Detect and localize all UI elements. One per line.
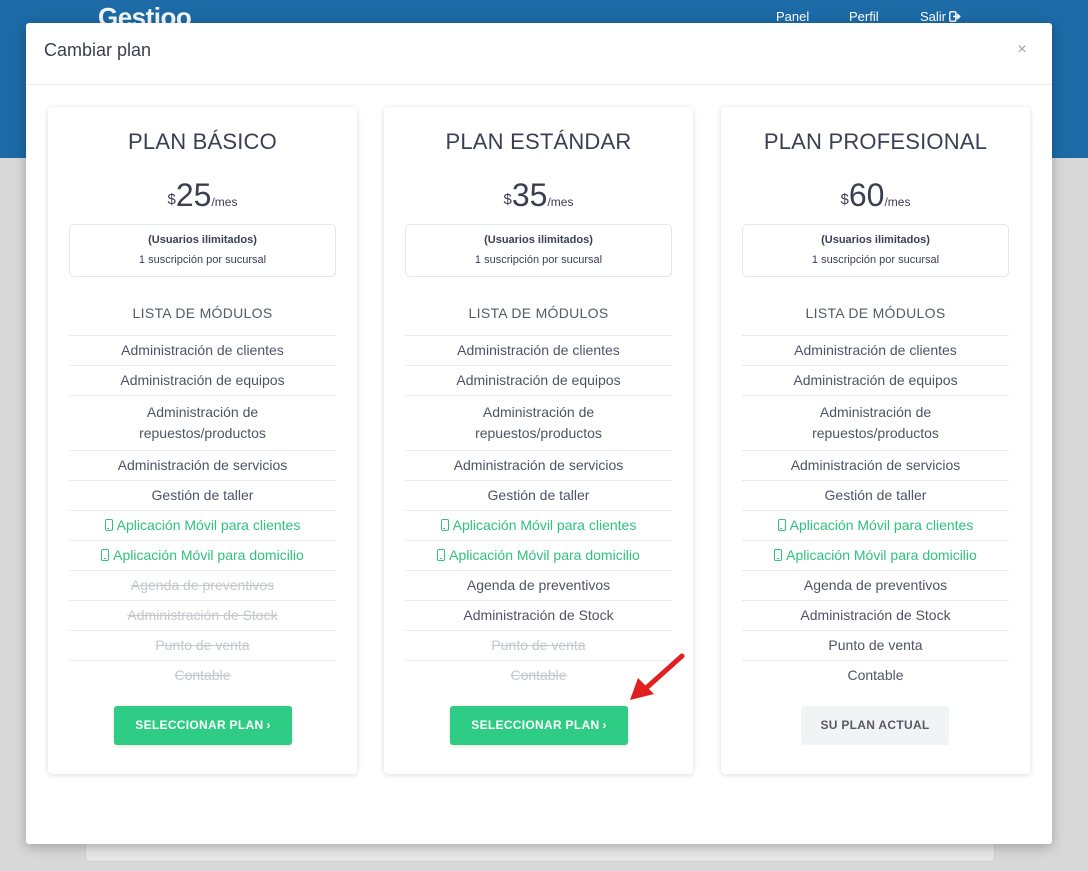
nav-link-salir[interactable]: Salir [920, 9, 961, 24]
plan-card-basico: PLAN BÁSICO $25/mes (Usuarios ilimitados… [48, 107, 357, 774]
module-item: Administración de repuestos/productos [405, 395, 672, 450]
module-item: Administración de repuestos/productos [69, 395, 336, 450]
nav-link-panel[interactable]: Panel [776, 9, 809, 24]
module-label: Aplicación Móvil para domicilio [786, 547, 977, 563]
price-period: /mes [547, 195, 574, 209]
modules-title: LISTA DE MÓDULOS [468, 305, 609, 321]
module-item: Administración de equipos [742, 365, 1009, 395]
price-currency: $ [503, 191, 512, 208]
module-item-disabled: Agenda de preventivos [69, 570, 336, 600]
info-users: (Usuarios ilimitados) [148, 234, 257, 246]
info-subscription: 1 suscripción por sucursal [811, 254, 940, 266]
plan-name: PLAN ESTÁNDAR [445, 129, 632, 154]
button-label: SELECCIONAR PLAN [471, 718, 600, 732]
modal-title: Cambiar plan [44, 40, 152, 60]
price-amount: 25 [175, 177, 212, 213]
module-item: Administración de repuestos/productos [742, 395, 1009, 450]
price-period: /mes [211, 195, 238, 209]
module-item: Contable [742, 660, 1009, 690]
info-users: (Usuarios ilimitados) [484, 234, 593, 246]
module-item: Administración de equipos [69, 365, 336, 395]
nav-link-perfil[interactable]: Perfil [849, 9, 879, 24]
module-item: Punto de venta [742, 630, 1009, 660]
price-period: /mes [884, 195, 911, 209]
module-item: Administración de Stock [742, 600, 1009, 630]
module-label: Aplicación Móvil para clientes [452, 517, 637, 533]
plan-name: PLAN BÁSICO [128, 129, 277, 154]
module-label: Aplicación Móvil para domicilio [113, 547, 304, 563]
module-item-mobile: Aplicación Móvil para domicilio [742, 540, 1009, 570]
price-currency: $ [840, 191, 849, 208]
mobile-phone-icon [774, 549, 783, 561]
mobile-phone-icon [777, 519, 786, 531]
mobile-phone-icon [437, 549, 446, 561]
module-item: Administración de clientes [69, 335, 336, 365]
sign-out-icon [949, 11, 961, 22]
chevron-right-icon: › [602, 718, 607, 732]
module-item: Administración de Stock [405, 600, 672, 630]
plan-card-profesional: PLAN PROFESIONAL $60/mes (Usuarios ilimi… [721, 107, 1030, 774]
module-label: Aplicación Móvil para clientes [789, 517, 974, 533]
module-item-mobile: Aplicación Móvil para clientes [405, 510, 672, 540]
button-label: SELECCIONAR PLAN [135, 718, 264, 732]
price-amount: 60 [848, 177, 885, 213]
module-label: Aplicación Móvil para clientes [116, 517, 301, 533]
info-subscription: 1 suscripción por sucursal [138, 254, 267, 266]
module-item-mobile: Aplicación Móvil para clientes [742, 510, 1009, 540]
plan-price: $60/mes [721, 177, 1030, 214]
modules-list: Administración de clientes Administració… [405, 335, 672, 690]
modal-header: Cambiar plan × [26, 23, 1052, 85]
module-item-disabled: Administración de Stock [69, 600, 336, 630]
mobile-phone-icon [440, 519, 449, 531]
change-plan-modal: Cambiar plan × PLAN BÁSICO $25/mes (Usua… [26, 23, 1052, 844]
module-item: Gestión de taller [742, 480, 1009, 510]
modules-title: LISTA DE MÓDULOS [132, 305, 273, 321]
module-item: Gestión de taller [69, 480, 336, 510]
select-plan-button-estandar[interactable]: SELECCIONAR PLAN › [450, 706, 628, 745]
module-item: Administración de equipos [405, 365, 672, 395]
module-item-disabled: Punto de venta [69, 630, 336, 660]
nav-salir-label: Salir [920, 9, 947, 24]
chevron-right-icon: › [266, 718, 271, 732]
module-item: Administración de servicios [405, 450, 672, 480]
select-plan-button-basico[interactable]: SELECCIONAR PLAN › [114, 706, 292, 745]
current-plan-button[interactable]: SU PLAN ACTUAL [801, 706, 949, 745]
module-item: Administración de servicios [742, 450, 1009, 480]
plan-price: $35/mes [384, 177, 693, 214]
price-amount: 35 [511, 177, 548, 213]
module-item: Administración de clientes [742, 335, 1009, 365]
module-item: Administración de clientes [405, 335, 672, 365]
plan-info-box: (Usuarios ilimitados) 1 suscripción por … [742, 224, 1009, 277]
module-item-mobile: Aplicación Móvil para domicilio [405, 540, 672, 570]
plan-info-box: (Usuarios ilimitados) 1 suscripción por … [69, 224, 336, 277]
mobile-phone-icon [104, 519, 113, 531]
info-subscription: 1 suscripción por sucursal [474, 254, 603, 266]
module-item-mobile: Aplicación Móvil para domicilio [69, 540, 336, 570]
mobile-phone-icon [101, 549, 110, 561]
close-icon[interactable]: × [1014, 41, 1030, 59]
module-item: Administración de servicios [69, 450, 336, 480]
modules-list: Administración de clientes Administració… [69, 335, 336, 690]
plan-name: PLAN PROFESIONAL [763, 129, 988, 154]
plan-info-box: (Usuarios ilimitados) 1 suscripción por … [405, 224, 672, 277]
module-item: Gestión de taller [405, 480, 672, 510]
module-item-disabled: Contable [69, 660, 336, 690]
red-arrow-icon [630, 653, 685, 700]
module-label: Aplicación Móvil para domicilio [449, 547, 640, 563]
price-currency: $ [167, 191, 176, 208]
module-item: Agenda de preventivos [405, 570, 672, 600]
modules-title: LISTA DE MÓDULOS [805, 305, 946, 321]
module-item: Agenda de preventivos [742, 570, 1009, 600]
module-item-mobile: Aplicación Móvil para clientes [69, 510, 336, 540]
info-users: (Usuarios ilimitados) [821, 234, 930, 246]
plan-price: $25/mes [48, 177, 357, 214]
modules-list: Administración de clientes Administració… [742, 335, 1009, 690]
